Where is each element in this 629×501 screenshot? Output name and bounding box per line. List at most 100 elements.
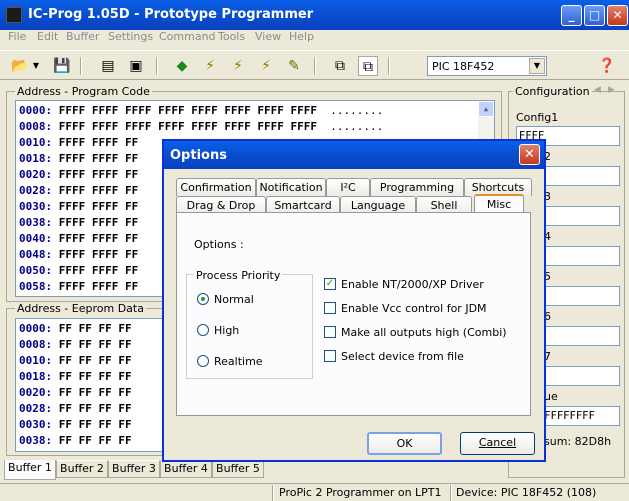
priority-normal-radio[interactable] [197,293,209,305]
menu-command[interactable]: Command [159,30,216,43]
eeprom-label: Address - Eeprom Data [15,302,146,315]
chip-icon[interactable]: ▤ [98,56,118,76]
verify-icon[interactable]: ⚡ [256,56,276,76]
nt-driver-label: Enable NT/2000/XP Driver [341,278,484,291]
menu-tools[interactable]: Tools [218,30,245,43]
hex-row: 0028: FF FF FF FF [19,402,132,415]
dialog-close-button[interactable]: ✕ [519,144,540,165]
hex-row: 0008: FFFF FFFF FFFF FFFF FFFF FFFF FFFF… [19,120,384,133]
tab-confirmation[interactable]: Confirmation [176,178,256,196]
tab-programming[interactable]: Programming [370,178,464,196]
priority-realtime-radio[interactable] [197,355,209,367]
hex-row: 0040: FFFF FFFF FF [19,232,139,245]
hex-row: 0000: FF FF FF FF [19,322,132,335]
options-dialog: Options ✕ Confirmation Notification I²C … [162,139,546,462]
tab-i2c[interactable]: I²C [326,178,370,196]
hex-row: 0038: FFFF FFFF FF [19,216,139,229]
checksum-text: sum: 82D8h [544,435,612,448]
status-separator [272,485,274,501]
scroll-up-icon[interactable]: ▲ [478,101,494,117]
config1-label: Config1 [516,111,559,124]
cancel-button[interactable]: Cancel [460,432,535,455]
open-file-icon[interactable]: 📂 [10,56,30,76]
dialog-title: Options [170,148,227,163]
outputs-high-checkbox[interactable] [324,326,336,338]
nt-driver-checkbox[interactable]: ✓ [324,278,336,290]
hex-row: 0018: FFFF FFFF FF [19,152,139,165]
erase-icon[interactable]: ⚡ [228,56,248,76]
vcc-control-checkbox[interactable] [324,302,336,314]
hex-row: 0038: FF FF FF FF [19,434,132,447]
status-device: Device: PIC 18F452 (108) [456,486,597,499]
toolbar: 📂 ▼ 💾 ▤ ▣ ◆ ⚡ ⚡ ⚡ ✎ ⧉ ⧉ PIC 18F452 ▼ ❓ [0,50,629,80]
device-select-value: PIC 18F452 [432,60,495,73]
menu-settings[interactable]: Settings [108,30,153,43]
chevron-right-icon[interactable]: ▶ [608,85,615,95]
toolbar-separator [314,57,316,75]
app-icon [6,7,22,23]
priority-high-radio[interactable] [197,324,209,336]
select-device-checkbox[interactable] [324,350,336,362]
menu-buffer[interactable]: Buffer [66,30,99,43]
chevron-down-icon[interactable]: ▼ [529,58,545,74]
help-icon[interactable]: ❓ [597,56,617,76]
hex-row: 0050: FFFF FFFF FF [19,264,139,277]
toolbar-separator [80,57,82,75]
program-code-label: Address - Program Code [15,85,152,98]
vcc-control-label: Enable Vcc control for JDM [341,302,487,315]
ok-button[interactable]: OK [367,432,442,455]
hex-row: 0000: FFFF FFFF FFFF FFFF FFFF FFFF FFFF… [19,104,384,117]
close-button[interactable]: ✕ [607,5,628,26]
hex-row: 0030: FF FF FF FF [19,418,132,431]
hex-row: 0030: FFFF FFFF FF [19,200,139,213]
maximize-button[interactable]: □ [584,5,605,26]
read-icon[interactable]: ◆ [172,56,192,76]
status-bar: ProPic 2 Programmer on LPT1 Device: PIC … [0,483,629,501]
misc-tab-panel: Options : Process Priority Normal High R… [176,212,531,416]
menu-help[interactable]: Help [289,30,314,43]
tab-buffer-1[interactable]: Buffer 1 [4,460,56,480]
save-icon[interactable]: 💾 [52,56,72,76]
device-select[interactable]: PIC 18F452 ▼ [427,56,547,76]
toolbar-separator [156,57,158,75]
minimize-button[interactable]: _ [561,5,582,26]
tab-misc[interactable]: Misc [474,194,524,214]
menu-file[interactable]: File [8,30,26,43]
hex-row: 0010: FFFF FFFF FF [19,136,139,149]
title-bar[interactable]: IC-Prog 1.05D - Prototype Programmer _ □… [0,0,629,30]
process-priority-label: Process Priority [194,269,283,282]
assembler-view-icon[interactable]: ⧉ [330,56,350,76]
tab-notification[interactable]: Notification [256,178,326,196]
blank-check-icon[interactable]: ✎ [284,56,304,76]
chevron-left-icon[interactable]: ◀ [594,85,601,95]
tab-buffer-4[interactable]: Buffer 4 [160,460,212,478]
select-device-label: Select device from file [341,350,464,363]
hex-row: 0018: FF FF FF FF [19,370,132,383]
outputs-high-label: Make all outputs high (Combi) [341,326,507,339]
hex-row: 0058: FFFF FFFF FF [19,280,139,293]
hex-row: 0048: FFFF FFFF FF [19,248,139,261]
status-separator [450,485,452,501]
hex-view-icon[interactable]: ⧉ [358,56,378,76]
tab-buffer-3[interactable]: Buffer 3 [108,460,160,478]
menu-edit[interactable]: Edit [37,30,58,43]
options-heading: Options : [194,238,244,251]
window-title: IC-Prog 1.05D - Prototype Programmer [28,7,314,22]
priority-realtime-label: Realtime [214,355,263,368]
status-programmer: ProPic 2 Programmer on LPT1 [279,486,442,499]
main-window: IC-Prog 1.05D - Prototype Programmer _ □… [0,0,629,501]
program-icon[interactable]: ⚡ [200,56,220,76]
dialog-title-bar[interactable]: Options ✕ [164,141,544,169]
tab-buffer-2[interactable]: Buffer 2 [56,460,108,478]
tab-buffer-5[interactable]: Buffer 5 [212,460,264,478]
priority-high-label: High [214,324,240,337]
id-value-label: ue [544,390,558,403]
priority-normal-label: Normal [214,293,254,306]
hex-row: 0020: FF FF FF FF [19,386,132,399]
menu-view[interactable]: View [255,30,281,43]
open-dropdown-icon[interactable]: ▼ [30,56,42,76]
menu-bar: File Edit Buffer Settings Command Tools … [0,30,629,48]
hex-row: 0008: FF FF FF FF [19,338,132,351]
config-icon[interactable]: ▣ [126,56,146,76]
hex-row: 0010: FF FF FF FF [19,354,132,367]
